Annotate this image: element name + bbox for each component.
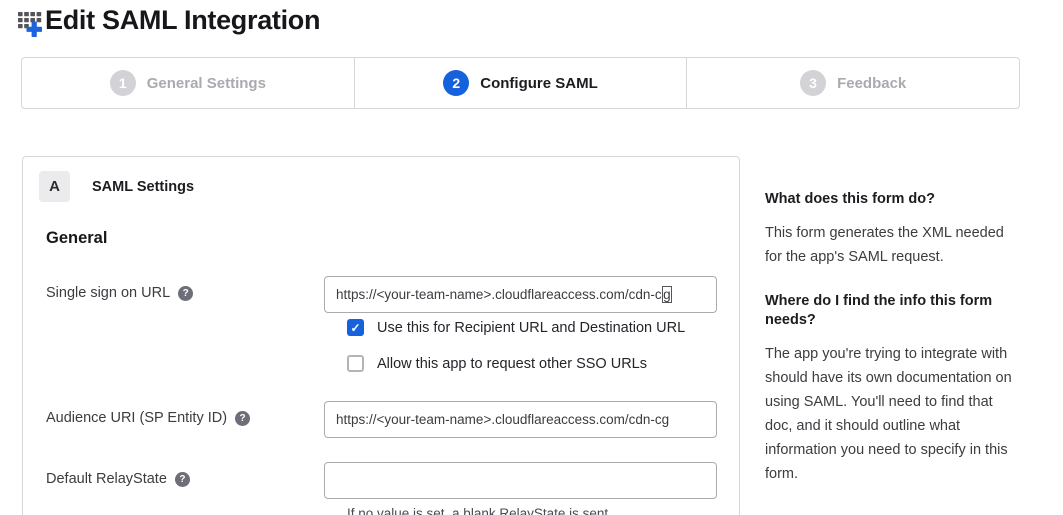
step-configure-saml[interactable]: 2 Configure SAML [355, 58, 688, 108]
relay-state-label-wrap: Default RelayState ? [23, 462, 324, 487]
other-sso-urls-checkbox-label[interactable]: Allow this app to request other SSO URLs [377, 356, 647, 372]
recipient-url-checkbox[interactable]: ✓ [347, 319, 364, 336]
panel-header: A SAML Settings [23, 157, 739, 202]
help-body: This form generates the XML needed for t… [765, 221, 1017, 269]
form-row-sso-url: Single sign on URL ? https://<your-team-… [23, 276, 739, 313]
checkbox-row-other-sso-urls: Allow this app to request other SSO URLs [347, 355, 739, 372]
help-heading: What does this form do? [765, 190, 1017, 209]
sso-url-value: https://<your-team-name>.cloudflareacces… [336, 287, 662, 302]
other-sso-urls-checkbox[interactable] [347, 355, 364, 372]
help-section-what: What does this form do? This form genera… [765, 190, 1017, 269]
help-heading: Where do I find the info this form needs… [765, 292, 1017, 330]
help-section-where: Where do I find the info this form needs… [765, 292, 1017, 486]
form-row-relay-state: Default RelayState ? [23, 462, 739, 499]
step-label: Configure SAML [480, 75, 598, 92]
help-icon[interactable]: ? [178, 286, 193, 301]
step-label: General Settings [147, 75, 266, 92]
audience-uri-field-wrap [324, 401, 717, 438]
text-cursor: g [662, 286, 673, 303]
help-sidebar: What does this form do? This form genera… [765, 190, 1017, 486]
help-body: The app you're trying to integrate with … [765, 342, 1017, 486]
relay-state-input[interactable] [324, 462, 717, 499]
audience-uri-label-wrap: Audience URI (SP Entity ID) ? [23, 401, 324, 426]
wizard-steps: 1 General Settings 2 Configure SAML 3 Fe… [21, 57, 1020, 109]
audience-uri-label: Audience URI (SP Entity ID) [46, 410, 227, 426]
saml-settings-panel: A SAML Settings General Single sign on U… [22, 156, 740, 515]
recipient-url-checkbox-label[interactable]: Use this for Recipient URL and Destinati… [377, 320, 685, 336]
step-number-badge: 1 [110, 70, 136, 96]
page-header: Edit SAML Integration [15, 5, 320, 36]
help-icon[interactable]: ? [235, 411, 250, 426]
sso-url-input[interactable]: https://<your-team-name>.cloudflareacces… [324, 276, 717, 313]
relay-state-label: Default RelayState [46, 471, 167, 487]
step-general-settings[interactable]: 1 General Settings [22, 58, 355, 108]
relay-state-hint: If no value is set, a blank RelayState i… [347, 506, 739, 515]
sso-url-label-wrap: Single sign on URL ? [23, 276, 324, 301]
checkbox-row-recipient-url: ✓ Use this for Recipient URL and Destina… [347, 319, 739, 336]
relay-state-field-wrap [324, 462, 717, 499]
page-title: Edit SAML Integration [45, 5, 320, 36]
help-icon[interactable]: ? [175, 472, 190, 487]
sso-url-field-wrap: https://<your-team-name>.cloudflareacces… [324, 276, 717, 313]
step-label: Feedback [837, 75, 906, 92]
section-title: SAML Settings [92, 179, 194, 195]
step-number-badge: 3 [800, 70, 826, 96]
section-a-badge: A [39, 171, 70, 202]
group-heading-general: General [46, 229, 739, 248]
app-grid-plus-icon [15, 8, 43, 38]
audience-uri-input[interactable] [324, 401, 717, 438]
step-number-badge: 2 [443, 70, 469, 96]
step-feedback[interactable]: 3 Feedback [687, 58, 1019, 108]
form-row-audience-uri: Audience URI (SP Entity ID) ? [23, 401, 739, 438]
sso-url-label: Single sign on URL [46, 285, 170, 301]
